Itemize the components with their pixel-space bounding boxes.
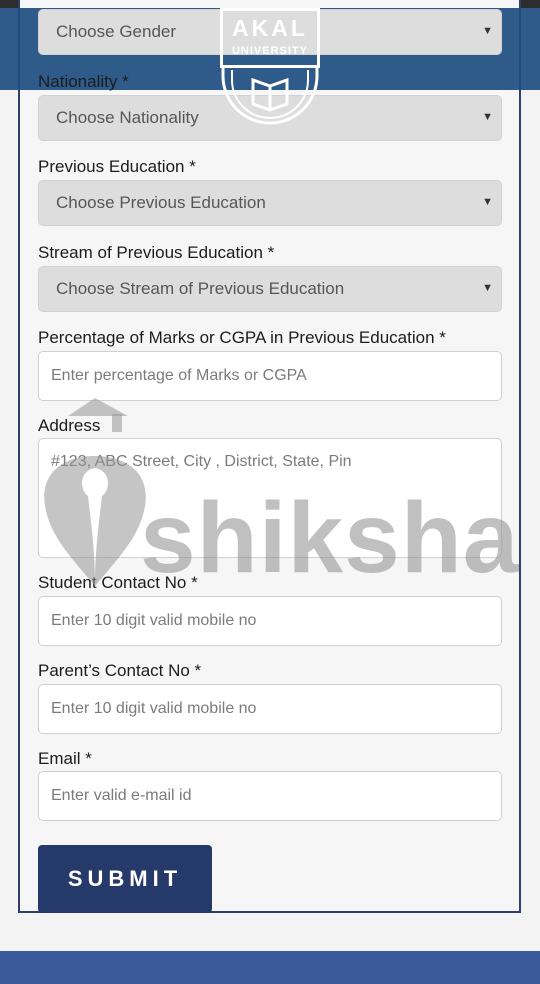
footer-bar	[0, 951, 540, 984]
logo-title: AKAL	[232, 15, 308, 41]
parent-contact-placeholder: Enter 10 digit valid mobile no	[51, 700, 257, 717]
logo-subtitle: UNIVERSITY	[231, 45, 308, 57]
previous-education-label: Previous Education *	[38, 157, 196, 176]
submit-button[interactable]: SUBMIT	[38, 845, 212, 913]
percentage-label: Percentage of Marks or CGPA in Previous …	[38, 328, 446, 347]
email-placeholder: Enter valid e-mail id	[51, 787, 192, 804]
student-contact-label: Student Contact No *	[38, 573, 198, 592]
previous-education-select-value: Choose Previous Education	[56, 193, 266, 212]
dropdown-caret-icon: ▼	[482, 25, 493, 37]
university-logo[interactable]: AKAL UNIVERSITY	[218, 8, 322, 126]
dropdown-caret-icon: ▼	[482, 282, 493, 294]
student-contact-input[interactable]: Enter 10 digit valid mobile no	[38, 596, 502, 646]
percentage-input[interactable]: Enter percentage of Marks or CGPA	[38, 351, 502, 401]
parent-contact-label: Parent’s Contact No *	[38, 661, 202, 680]
parent-contact-input[interactable]: Enter 10 digit valid mobile no	[38, 684, 502, 734]
logo-box: AKAL UNIVERSITY	[220, 8, 320, 68]
dropdown-caret-icon: ▼	[482, 111, 493, 123]
student-contact-placeholder: Enter 10 digit valid mobile no	[51, 612, 257, 629]
address-label: Address	[38, 416, 101, 435]
gender-select-value: Choose Gender	[56, 22, 177, 41]
previous-education-select[interactable]: Choose Previous Education ▼	[38, 180, 502, 226]
stream-select[interactable]: Choose Stream of Previous Education ▼	[38, 266, 502, 312]
nationality-label: Nationality *	[38, 72, 129, 91]
address-placeholder: #123, ABC Street, City , District, State…	[51, 453, 352, 470]
stream-select-value: Choose Stream of Previous Education	[56, 279, 345, 298]
address-textarea[interactable]: #123, ABC Street, City , District, State…	[38, 438, 502, 558]
email-label: Email *	[38, 749, 92, 768]
nationality-select-value: Choose Nationality	[56, 108, 199, 127]
percentage-placeholder: Enter percentage of Marks or CGPA	[51, 367, 307, 384]
email-input[interactable]: Enter valid e-mail id	[38, 771, 502, 821]
book-seal-icon	[221, 66, 319, 125]
stream-label: Stream of Previous Education *	[38, 243, 275, 262]
dropdown-caret-icon: ▼	[482, 196, 493, 208]
